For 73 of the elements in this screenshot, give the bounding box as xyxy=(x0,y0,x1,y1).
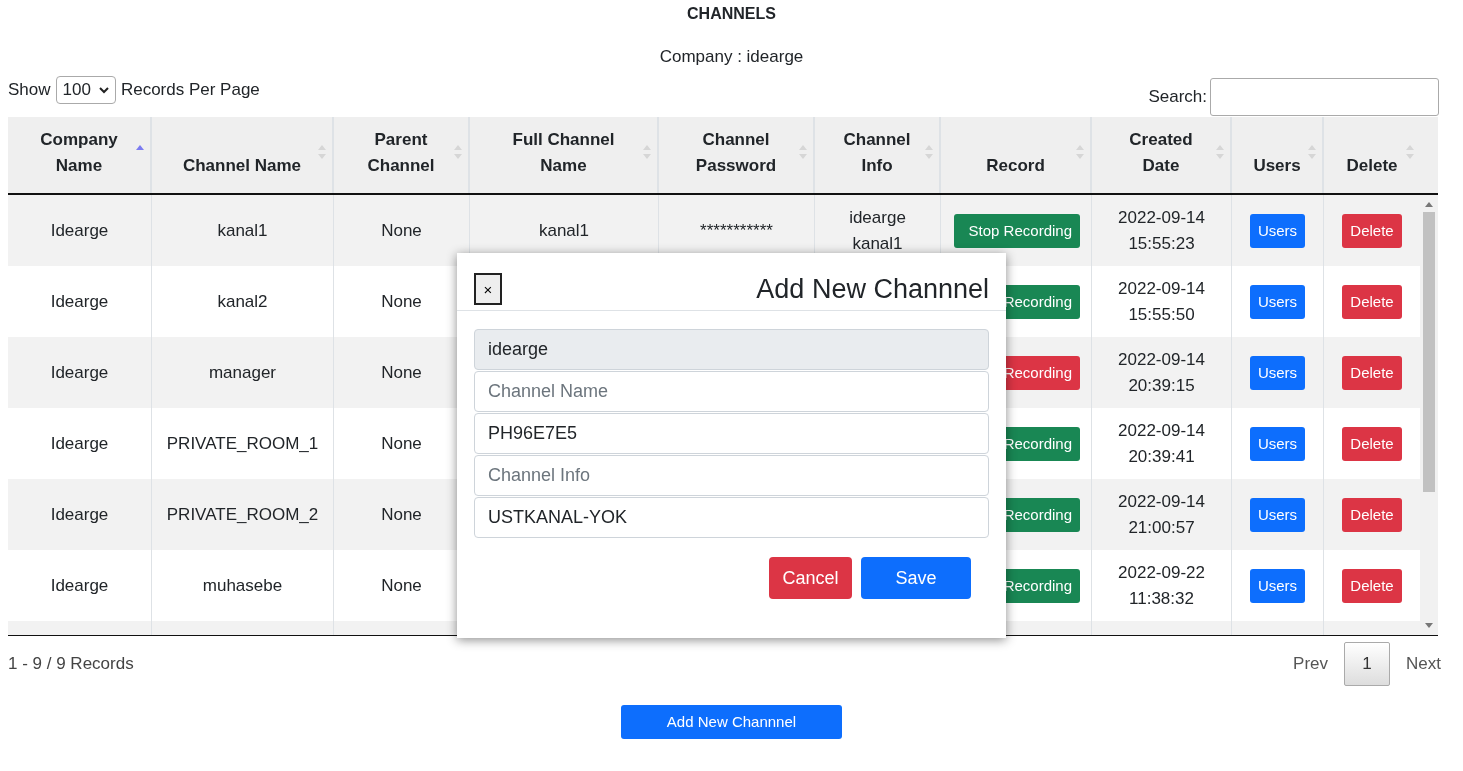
users-button[interactable]: Users xyxy=(1249,284,1306,319)
table-cell-text: None xyxy=(381,432,422,455)
chevron-down-icon xyxy=(98,86,109,94)
users-button[interactable]: Users xyxy=(1249,497,1306,532)
delete-button[interactable]: Delete xyxy=(1342,355,1402,390)
next-link[interactable]: Next xyxy=(1406,654,1441,674)
scroll-down-icon[interactable] xyxy=(1425,623,1433,629)
delete-button[interactable]: Delete xyxy=(1342,497,1402,532)
column-header[interactable]: Channel Password xyxy=(659,117,815,193)
page-title: CHANNELS xyxy=(686,4,777,24)
users-button[interactable]: Users xyxy=(1249,568,1306,603)
close-button[interactable]: × xyxy=(474,273,502,305)
input-field[interactable]: Channel Info xyxy=(474,455,989,496)
table-cell-text: None xyxy=(381,574,422,597)
users-button[interactable]: Users xyxy=(1249,426,1306,461)
column-header[interactable]: Channel Info xyxy=(815,117,941,193)
column-header[interactable]: Full Channel Name xyxy=(470,117,659,193)
scroll-up-icon[interactable] xyxy=(1425,201,1433,207)
recording-button[interactable]: Stop Recording xyxy=(954,213,1080,248)
input-field[interactable]: USTKANAL-YOK xyxy=(474,497,989,538)
table-cell-text: kanal1 xyxy=(217,219,268,242)
add-channel-button[interactable]: Add New Channnel xyxy=(621,705,842,739)
table-cell-text: 2022-09-14 20:39:15 xyxy=(1117,348,1206,397)
save-button[interactable]: Save xyxy=(861,557,971,599)
table-cell-text: idearge kanal1 xyxy=(848,206,907,255)
cancel-button[interactable]: Cancel xyxy=(769,557,852,599)
column-header[interactable]: Delete xyxy=(1324,117,1420,193)
search-field[interactable] xyxy=(1210,78,1439,116)
records-info: 1 - 9 / 9 Records xyxy=(8,654,134,674)
table-cell-text: None xyxy=(381,290,422,313)
column-header[interactable]: Users xyxy=(1232,117,1324,193)
table-cell-text: Idearge xyxy=(50,574,109,597)
records-per-page-label: Records Per Page xyxy=(120,80,260,100)
table-cell-text: *********** xyxy=(700,219,773,242)
column-header[interactable]: Channel Name xyxy=(152,117,334,193)
show-label: Show xyxy=(8,80,51,100)
table-cell-text: kanal2 xyxy=(217,290,268,313)
table-cell-text: 2022-09-14 21:00:57 xyxy=(1117,490,1206,539)
company-label: Company : idearge xyxy=(658,47,805,68)
search-label: Search: xyxy=(1148,87,1207,107)
table-cell-text: muhasebe xyxy=(202,574,283,597)
column-header[interactable]: Company Name xyxy=(8,117,152,193)
table-cell-text: None xyxy=(381,219,422,242)
table-cell-text: Idearge xyxy=(50,432,109,455)
page-size-dropdown[interactable]: 100 xyxy=(55,76,116,104)
delete-button[interactable]: Delete xyxy=(1342,568,1402,603)
column-header[interactable]: Created Date xyxy=(1092,117,1232,193)
table-cell-text: Idearge xyxy=(50,361,109,384)
users-button[interactable]: Users xyxy=(1249,213,1306,248)
table-cell-text: Idearge xyxy=(50,219,109,242)
delete-button[interactable]: Delete xyxy=(1342,284,1402,319)
delete-button[interactable]: Delete xyxy=(1342,213,1402,248)
page-button[interactable]: 1 xyxy=(1344,642,1391,686)
prev-link[interactable]: Prev xyxy=(1293,654,1329,674)
table-cell-text: manager xyxy=(208,361,277,384)
scrollbar[interactable] xyxy=(1420,195,1438,635)
table-cell-text: PRIVATE_ROOM_2 xyxy=(166,503,319,526)
table-cell-text: 2022-09-14 15:55:23 xyxy=(1117,206,1206,255)
table-cell-text: kanal1 xyxy=(538,219,590,242)
column-header[interactable]: Parent Channel xyxy=(334,117,470,193)
input-field[interactable]: PH96E7E5 xyxy=(474,413,989,454)
table-cell-text: 2022-09-22 11:38:32 xyxy=(1117,561,1206,610)
delete-button[interactable]: Delete xyxy=(1342,426,1402,461)
table-cell-text: PRIVATE_ROOM_1 xyxy=(166,432,319,455)
table-cell-text: 2022-09-14 15:55:50 xyxy=(1117,277,1206,326)
table-cell-text: Idearge xyxy=(50,290,109,313)
table-cell-text: Idearge xyxy=(50,503,109,526)
table-cell-text: 2022-09-14 20:39:41 xyxy=(1117,419,1206,468)
table-cell-text: None xyxy=(381,503,422,526)
column-header[interactable]: Record xyxy=(941,117,1092,193)
input-field[interactable]: Channel Name xyxy=(474,371,989,412)
table-cell-text: None xyxy=(381,361,422,384)
users-button[interactable]: Users xyxy=(1249,355,1306,390)
